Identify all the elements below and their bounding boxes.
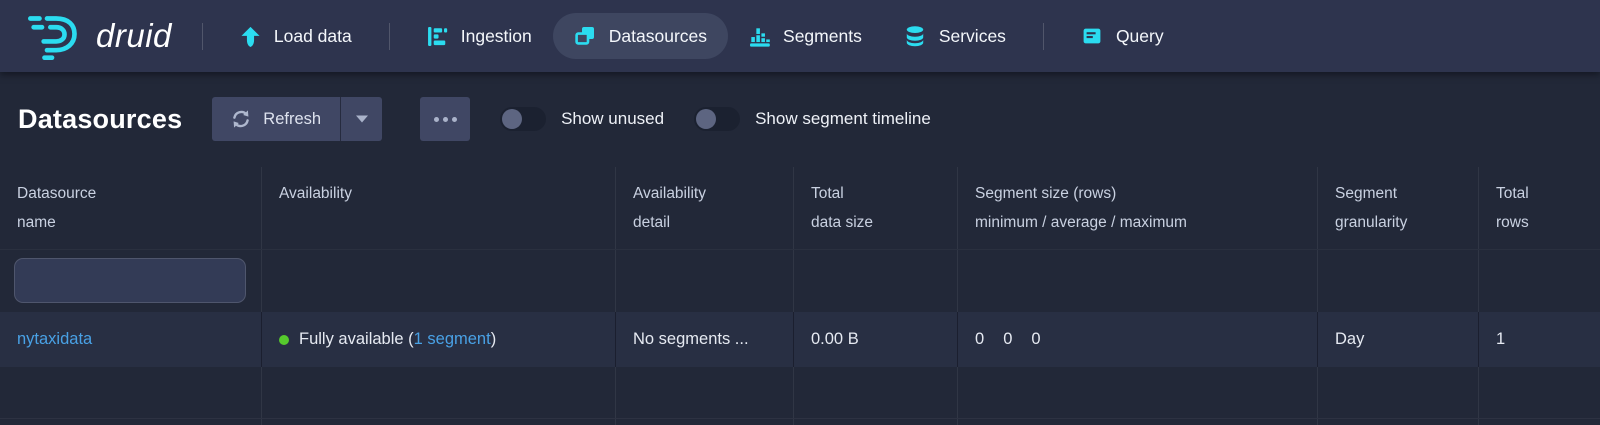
nav-divider: [389, 23, 390, 50]
segment-size-min: 0: [975, 330, 984, 349]
gantt-chart-icon: [427, 26, 448, 47]
segment-size-max: 0: [1031, 330, 1040, 349]
table-header-row: Datasource name Availability Availabilit…: [0, 167, 1600, 250]
empty-row: [0, 419, 1600, 425]
nav-item-query[interactable]: Query: [1060, 13, 1185, 59]
caret-down-icon: [355, 115, 369, 123]
availability-status-dot: [279, 335, 289, 345]
table-filter-row: [0, 250, 1600, 312]
table-row: nytaxidata Fully available ( 1 segment )…: [0, 312, 1600, 367]
availability-text: Fully available (: [299, 330, 414, 349]
upload-icon: [240, 26, 261, 47]
segment-count-link[interactable]: 1 segment: [414, 330, 491, 349]
show-unused-switch-group: Show unused: [500, 107, 664, 131]
show-segment-timeline-toggle[interactable]: [694, 107, 740, 131]
datasource-name-cell: nytaxidata: [0, 312, 261, 367]
column-header-availability-detail[interactable]: Availability detail: [615, 167, 793, 249]
filter-cell: [615, 250, 793, 312]
filter-cell: [261, 250, 615, 312]
refresh-dropdown-button[interactable]: [340, 97, 382, 141]
show-segment-timeline-switch-group: Show segment timeline: [694, 107, 931, 131]
total-data-size-cell: 0.00 B: [793, 312, 957, 367]
application-icon: [1081, 25, 1103, 47]
segment-granularity-cell: Day: [1317, 312, 1478, 367]
segment-size-cell: 0 0 0: [957, 312, 1317, 367]
show-segment-timeline-label[interactable]: Show segment timeline: [755, 109, 931, 129]
show-unused-toggle[interactable]: [500, 107, 546, 131]
nav-divider: [202, 23, 203, 50]
page-title: Datasources: [18, 104, 182, 135]
nav-item-load-data[interactable]: Load data: [219, 13, 373, 59]
ellipsis-icon: [434, 117, 457, 122]
nav-item-label: Ingestion: [461, 26, 532, 47]
total-rows-cell: 1: [1478, 312, 1600, 367]
nav-divider: [1043, 23, 1044, 50]
show-unused-label[interactable]: Show unused: [561, 109, 664, 129]
nav-item-label: Query: [1116, 26, 1164, 47]
datasource-name-link[interactable]: nytaxidata: [17, 330, 92, 349]
segment-size-avg: 0: [1003, 330, 1012, 349]
refresh-icon: [231, 109, 251, 129]
nav-item-label: Services: [939, 26, 1006, 47]
druid-logo-icon: [20, 11, 84, 61]
nav-item-label: Segments: [783, 26, 862, 47]
stacked-chart-icon: [749, 26, 770, 47]
top-nav-bar: druid Load data Ingestion: [0, 0, 1600, 72]
datasources-table: Datasource name Availability Availabilit…: [0, 167, 1600, 425]
nav-item-label: Load data: [274, 26, 352, 47]
availability-cell: Fully available ( 1 segment ): [261, 312, 615, 367]
refresh-button-label: Refresh: [263, 110, 321, 129]
filter-cell: [1478, 250, 1600, 312]
column-header-segment-granularity[interactable]: Segment granularity: [1317, 167, 1478, 249]
nav-item-label: Datasources: [609, 26, 707, 47]
filter-cell: [957, 250, 1317, 312]
filter-cell: [1317, 250, 1478, 312]
page-header: Datasources Refresh Show unused: [18, 93, 1600, 145]
column-header-total-rows[interactable]: Total rows: [1478, 167, 1600, 249]
column-header-availability[interactable]: Availability: [261, 167, 615, 249]
filter-cell: [793, 250, 957, 312]
refresh-button[interactable]: Refresh: [212, 97, 340, 141]
toggle-knob: [696, 109, 716, 129]
nav-item-services[interactable]: Services: [883, 13, 1027, 59]
availability-text-close: ): [491, 330, 497, 349]
datasource-name-filter-input[interactable]: [14, 258, 246, 303]
column-header-segment-size[interactable]: Segment size (rows) minimum / average / …: [957, 167, 1317, 249]
toggle-knob: [502, 109, 522, 129]
nav-item-ingestion[interactable]: Ingestion: [406, 13, 553, 59]
druid-brand[interactable]: druid: [20, 11, 172, 61]
brand-wordmark: druid: [96, 17, 172, 55]
nav-item-datasources[interactable]: Datasources: [553, 13, 728, 59]
filter-cell: [0, 250, 261, 312]
nav-item-segments[interactable]: Segments: [728, 13, 883, 59]
database-icon: [904, 25, 926, 47]
more-actions-button[interactable]: [420, 97, 470, 141]
availability-detail-cell: No segments ...: [615, 312, 793, 367]
empty-row: [0, 367, 1600, 419]
datasources-icon: [574, 25, 596, 47]
column-header-datasource-name[interactable]: Datasource name: [0, 167, 261, 249]
column-header-total-data-size[interactable]: Total data size: [793, 167, 957, 249]
